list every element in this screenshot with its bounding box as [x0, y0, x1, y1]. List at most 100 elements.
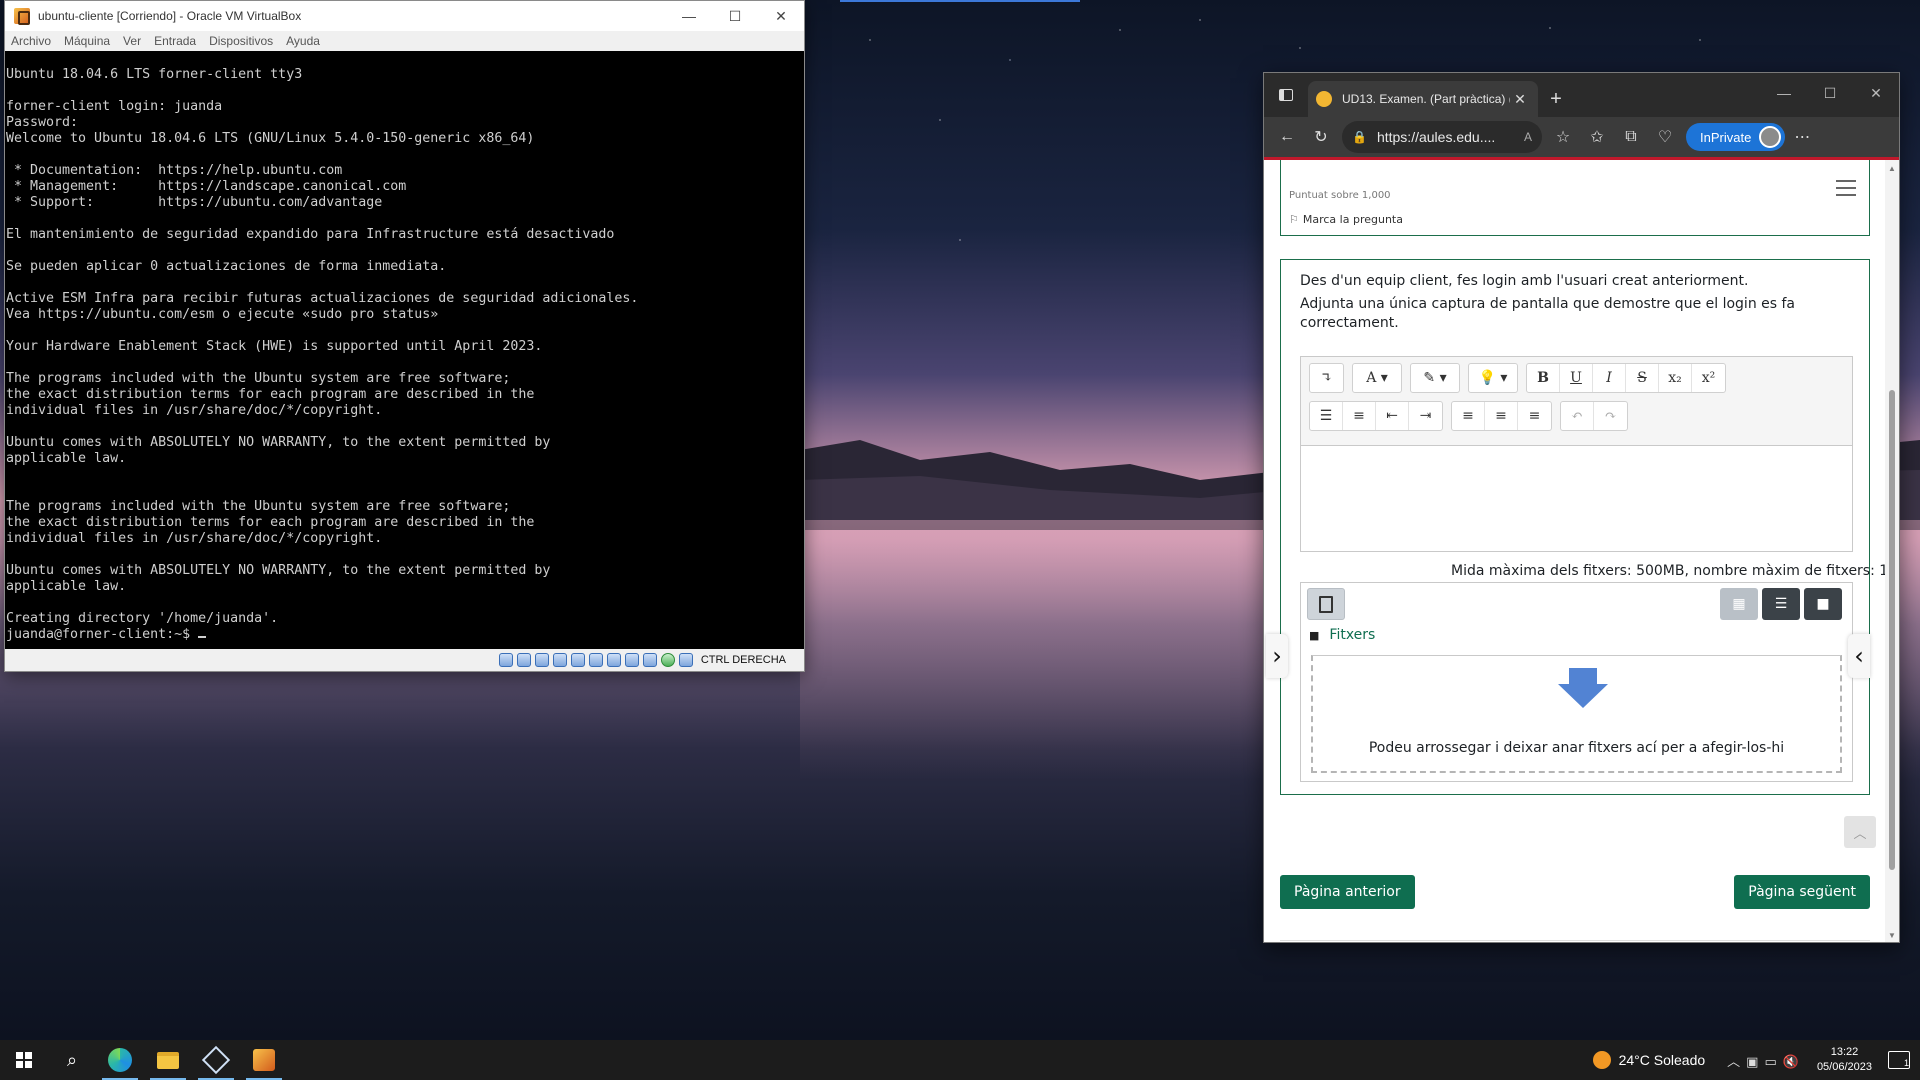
usb-icon[interactable] [570, 653, 585, 667]
maximize-button[interactable]: ☐ [712, 1, 758, 31]
previous-page-button[interactable]: Pàgina anterior [1280, 875, 1415, 909]
scrollbar-thumb[interactable] [1889, 390, 1895, 870]
collapse-toolbar-icon[interactable]: ↴ [1310, 364, 1343, 392]
read-aloud-icon[interactable]: A [1524, 130, 1532, 144]
page-scrollbar[interactable]: ▲ ▼ [1885, 160, 1899, 942]
minimize-button[interactable]: — [666, 1, 712, 31]
virtualbox-manager-icon [201, 1045, 231, 1075]
audio-icon[interactable] [534, 653, 549, 667]
list-view-icon[interactable]: ☰ [1762, 588, 1800, 620]
cpu-icon[interactable] [642, 653, 657, 667]
minimize-button[interactable]: — [1761, 73, 1807, 113]
back-icon[interactable]: ← [1270, 121, 1304, 153]
open-right-drawer-icon[interactable]: ‹ [1848, 634, 1870, 678]
open-left-drawer-icon[interactable]: › [1266, 634, 1288, 678]
maximize-button[interactable]: ☐ [1807, 73, 1853, 113]
align-right-icon[interactable]: ≡ [1518, 402, 1551, 430]
flag-question-link[interactable]: ⚐ Marca la pregunta [1289, 213, 1403, 226]
scroll-up-icon[interactable]: ▲ [1888, 164, 1896, 173]
menu-archivo[interactable]: Archivo [11, 34, 51, 48]
weather-sun-icon[interactable] [1592, 1051, 1611, 1069]
file-icon [1319, 595, 1333, 613]
shared-folders-icon[interactable] [588, 653, 603, 667]
question-box: Des d'un equip client, fes login amb l'u… [1280, 259, 1886, 795]
more-menu-icon[interactable]: ⋯ [1785, 121, 1819, 153]
bold-icon[interactable]: B [1527, 364, 1560, 392]
weather-text[interactable]: 24°C Soleado [1619, 1052, 1706, 1068]
taskbar-edge[interactable] [96, 1040, 144, 1080]
file-path-breadcrumb[interactable]: ■ Fitxers [1309, 627, 1375, 643]
refresh-icon[interactable]: ↻ [1304, 121, 1338, 153]
clock[interactable]: 13:22 05/06/2023 [1817, 1045, 1872, 1075]
terminal-line: Se pueden aplicar 0 actualizaciones de f… [6, 259, 447, 274]
menu-maquina[interactable]: Máquina [64, 34, 110, 48]
url-text: https://aules.edu.... [1376, 129, 1496, 145]
edge-browser-window: UD13. Examen. (Part pràctica) (p ✕ + — ☐… [1263, 72, 1900, 943]
align-left-icon[interactable]: ≡ [1452, 402, 1485, 430]
unordered-list-icon[interactable]: ☰ [1310, 402, 1343, 430]
mouse-integration-icon[interactable] [660, 653, 675, 667]
file-drop-zone[interactable]: Podeu arrossegar i deixar anar fitxers a… [1311, 655, 1842, 773]
taskbar-virtualbox-manager[interactable] [192, 1040, 240, 1080]
indent-icon[interactable]: ⇥ [1409, 402, 1442, 430]
keyboard-capture-icon[interactable] [678, 653, 693, 667]
editor-toolbar-row-1: ↴ A ▾ ✎ ▾ 💡 ▾ B U I S x₂ x² [1309, 363, 1726, 393]
start-button[interactable] [0, 1040, 48, 1080]
strikethrough-icon[interactable]: S [1626, 364, 1659, 392]
taskbar-file-explorer[interactable] [144, 1040, 192, 1080]
undo-icon[interactable]: ↶ [1561, 402, 1594, 430]
display-icon[interactable] [606, 653, 621, 667]
grid-view-icon[interactable]: ▦ [1720, 588, 1758, 620]
notification-center-icon[interactable]: 1 [1888, 1051, 1910, 1069]
ordered-list-icon[interactable]: ≡ [1343, 402, 1376, 430]
hamburger-menu-icon[interactable] [1836, 180, 1856, 201]
add-favorite-icon[interactable]: ☆ [1546, 121, 1580, 153]
terminal-line: El mantenimiento de seguridad expandido … [6, 227, 615, 242]
close-button[interactable]: ✕ [1853, 73, 1899, 113]
menu-ver[interactable]: Ver [123, 34, 141, 48]
underline-icon[interactable]: U [1560, 364, 1593, 392]
lock-icon[interactable]: 🔒 [1352, 130, 1367, 144]
browser-essentials-icon[interactable]: ♡ [1648, 121, 1682, 153]
align-center-icon[interactable]: ≡ [1485, 402, 1518, 430]
hard-disk-icon[interactable] [498, 653, 513, 667]
close-button[interactable]: ✕ [758, 1, 804, 31]
add-file-button[interactable] [1307, 588, 1345, 620]
tray-icons[interactable]: ︿▣▭🔇 [1727, 1051, 1805, 1070]
outdent-icon[interactable]: ⇤ [1376, 402, 1409, 430]
text-color-icon[interactable]: ✎ ▾ [1411, 364, 1459, 392]
superscript-icon[interactable]: x² [1692, 364, 1725, 392]
tab-actions-icon[interactable] [1264, 73, 1308, 117]
address-bar[interactable]: 🔒 https://aules.edu.... A [1342, 121, 1542, 153]
subscript-icon[interactable]: x₂ [1659, 364, 1692, 392]
favorites-icon[interactable]: ✩ [1580, 121, 1614, 153]
menu-dispositivos[interactable]: Dispositivos [209, 34, 273, 48]
italic-icon[interactable]: I [1593, 364, 1626, 392]
network-icon[interactable] [552, 653, 567, 667]
optical-drive-icon[interactable] [516, 653, 531, 667]
tab-close-icon[interactable]: ✕ [1510, 91, 1530, 108]
tab-exam[interactable]: UD13. Examen. (Part pràctica) (p ✕ [1308, 81, 1538, 117]
new-tab-button[interactable]: + [1538, 81, 1574, 117]
inprivate-badge[interactable]: InPrivate [1686, 123, 1786, 151]
folder-view-icon[interactable]: ■ [1804, 588, 1842, 620]
collections-icon[interactable]: ⧉ [1614, 121, 1648, 153]
terminal-line: the exact distribution terms for each pr… [6, 515, 535, 530]
vbox-titlebar[interactable]: ubuntu-cliente [Corriendo] - Oracle VM V… [5, 1, 804, 31]
vm-terminal-screen[interactable]: Ubuntu 18.04.6 LTS forner-client tty3 for… [5, 51, 804, 649]
search-icon[interactable]: ⌕ [48, 1040, 96, 1080]
editor-text-area[interactable] [1301, 445, 1852, 551]
back-to-top-icon[interactable]: ︿ [1844, 816, 1876, 848]
highlight-icon[interactable]: 💡 ▾ [1469, 364, 1517, 392]
scroll-down-icon[interactable]: ▼ [1888, 931, 1896, 940]
text-style-icon[interactable]: A ▾ [1353, 364, 1401, 392]
next-page-button[interactable]: Pàgina següent [1734, 875, 1870, 909]
menu-ayuda[interactable]: Ayuda [286, 34, 320, 48]
menu-entrada[interactable]: Entrada [154, 34, 196, 48]
taskbar-virtualbox-vm[interactable] [240, 1040, 288, 1080]
recording-icon[interactable] [624, 653, 639, 667]
redo-icon[interactable]: ↷ [1594, 402, 1627, 430]
terminal-line: Ubuntu comes with ABSOLUTELY NO WARRANTY… [6, 435, 551, 450]
